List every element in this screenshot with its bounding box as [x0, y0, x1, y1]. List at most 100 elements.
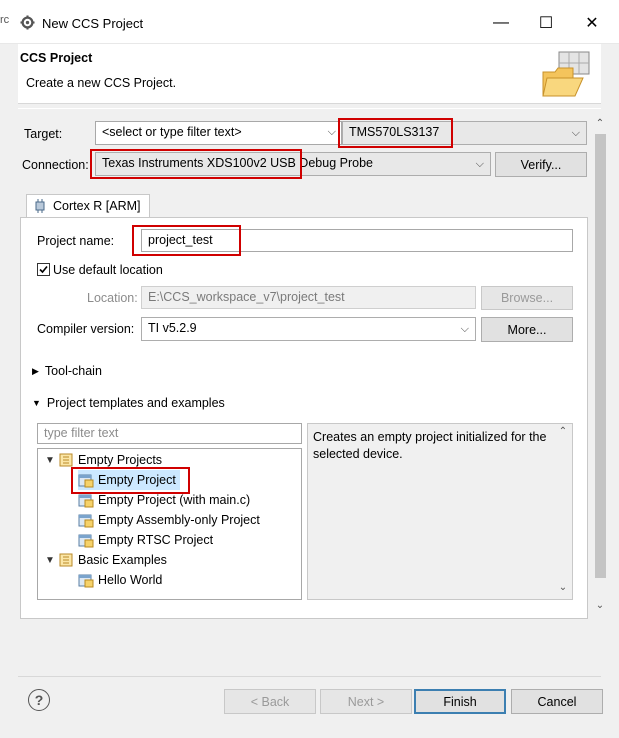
page-scrollbar[interactable]: ⌃ ⌄ — [592, 116, 609, 616]
chevron-down-icon: ▼ — [45, 554, 55, 566]
description-scrollbar[interactable]: ⌃ ⌄ — [555, 424, 572, 599]
help-button[interactable]: ? — [28, 689, 50, 711]
scroll-up-icon: ⌃ — [558, 426, 568, 437]
project-name-value: project_test — [148, 233, 213, 247]
use-default-location-checkbox[interactable] — [37, 263, 50, 276]
minimize-icon: — — [493, 14, 509, 31]
scrollbar-thumb[interactable] — [595, 134, 606, 578]
tree-group-label: Basic Examples — [78, 553, 167, 567]
target-value: TMS570LS3137 — [349, 125, 440, 139]
browse-button-label: Browse... — [500, 291, 554, 305]
templates-section-label: Project templates and examples — [46, 396, 225, 410]
tab-cortex-r-arm[interactable]: Cortex R [ARM] — [26, 194, 150, 218]
tree-item-hello-world[interactable]: Hello World — [78, 570, 162, 590]
templates-filter-input[interactable]: type filter text — [37, 423, 302, 444]
more-button-label: More... — [507, 322, 547, 337]
tree-item-label: Empty Assembly-only Project — [98, 513, 260, 527]
tree-group-basic-examples[interactable]: ▼ Basic Examples — [42, 550, 167, 570]
gear-icon — [20, 15, 35, 30]
scroll-down-icon: ⌄ — [595, 600, 605, 611]
back-button-label: < Back — [250, 694, 290, 709]
connection-label: Connection: — [22, 158, 89, 172]
project-name-label: Project name: — [37, 234, 115, 248]
tab-label: Cortex R [ARM] — [53, 199, 141, 213]
maximize-icon: ☐ — [538, 15, 554, 32]
next-button-label: Next > — [347, 694, 385, 709]
help-icon: ? — [34, 692, 44, 708]
templates-section-toggle[interactable]: ▼ Project templates and examples — [32, 396, 225, 410]
target-filter-placeholder: <select or type filter text> — [102, 125, 242, 139]
folder-templates-icon — [59, 453, 73, 467]
finish-button[interactable]: Finish — [414, 689, 506, 714]
folder-templates-icon — [59, 553, 73, 567]
chevron-right-icon: ▶ — [32, 365, 39, 376]
close-icon: ✕ — [585, 15, 599, 32]
footer-separator — [18, 676, 601, 677]
tree-item-label: Empty Project — [98, 473, 176, 487]
cancel-button[interactable]: Cancel — [511, 689, 603, 714]
toolchain-section-label: Tool-chain — [44, 364, 102, 378]
location-label: Location: — [87, 291, 138, 305]
verify-button-label: Verify... — [520, 157, 562, 172]
compiler-version-value: TI v5.2.9 — [148, 321, 197, 335]
chevron-down-icon: ⌵ — [475, 158, 484, 170]
browse-button[interactable]: Browse... — [481, 286, 573, 310]
target-select[interactable]: TMS570LS3137 ⌵ — [342, 121, 587, 145]
more-button[interactable]: More... — [481, 317, 573, 342]
templates-filter-placeholder: type filter text — [44, 426, 119, 440]
page-title: CCS Project — [20, 51, 93, 65]
tree-item-empty-rtsc-project[interactable]: Empty RTSC Project — [78, 530, 213, 550]
tree-item-empty-project-with-main[interactable]: Empty Project (with main.c) — [78, 490, 250, 510]
tree-item-label: Hello World — [98, 573, 163, 587]
project-template-icon — [78, 474, 94, 488]
background-window-fragment: rc — [0, 14, 10, 26]
chevron-down-icon: ▼ — [32, 398, 41, 408]
scroll-down-icon: ⌄ — [558, 582, 568, 593]
location-value: E:\CCS_workspace_v7\project_test — [148, 290, 345, 304]
tree-group-empty-projects[interactable]: ▼ Empty Projects — [42, 450, 162, 470]
close-button[interactable]: ✕ — [578, 10, 606, 36]
use-default-location-label[interactable]: Use default location — [53, 263, 163, 277]
next-button[interactable]: Next > — [320, 689, 412, 714]
target-label: Target: — [24, 127, 63, 141]
page-description: Create a new CCS Project. — [26, 76, 177, 90]
chevron-down-icon: ⌵ — [460, 323, 469, 335]
location-input[interactable]: E:\CCS_workspace_v7\project_test — [141, 286, 476, 309]
compiler-version-label: Compiler version: — [37, 322, 135, 336]
target-filter-input[interactable]: <select or type filter text> ⌵ — [95, 121, 342, 145]
finish-button-label: Finish — [443, 694, 477, 709]
tree-item-empty-assembly-project[interactable]: Empty Assembly-only Project — [78, 510, 260, 530]
compiler-version-select[interactable]: TI v5.2.9 ⌵ — [141, 317, 476, 341]
chevron-down-icon: ⌵ — [327, 126, 336, 138]
new-ccs-project-dialog: rc New CCS Project — ☐ ✕ CCS Project Cre… — [0, 0, 619, 738]
back-button[interactable]: < Back — [224, 689, 316, 714]
cancel-button-label: Cancel — [537, 694, 577, 709]
checkmark-icon — [39, 265, 48, 274]
tree-item-empty-project[interactable]: Empty Project — [78, 470, 180, 490]
project-template-icon — [78, 534, 94, 548]
wizard-header: CCS Project Create a new CCS Project. — [18, 44, 601, 104]
project-template-icon — [78, 574, 94, 588]
tree-group-label: Empty Projects — [78, 453, 163, 467]
folder-wizard-icon — [542, 51, 590, 97]
tree-item-label: Empty RTSC Project — [98, 533, 214, 547]
toolchain-section-toggle[interactable]: ▶ Tool-chain — [32, 364, 102, 378]
verify-button[interactable]: Verify... — [495, 152, 587, 177]
chevron-down-icon: ⌵ — [571, 127, 580, 139]
project-template-icon — [78, 514, 94, 528]
template-description-text: Creates an empty project initialized for… — [313, 430, 547, 461]
scroll-up-icon: ⌃ — [595, 118, 605, 129]
connection-value: Texas Instruments XDS100v2 USB Debug Pro… — [102, 156, 373, 170]
chevron-down-icon: ▼ — [45, 454, 55, 466]
header-separator — [18, 108, 601, 109]
tree-item-label: Empty Project (with main.c) — [98, 493, 251, 507]
project-name-input[interactable]: project_test — [141, 229, 573, 252]
template-description: Creates an empty project initialized for… — [307, 423, 573, 600]
chip-icon — [35, 199, 45, 213]
window-title: New CCS Project — [42, 16, 144, 31]
project-template-icon — [78, 494, 94, 508]
maximize-button[interactable]: ☐ — [532, 10, 560, 36]
title-bar[interactable]: rc New CCS Project — ☐ ✕ — [0, 0, 619, 44]
connection-select[interactable]: Texas Instruments XDS100v2 USB Debug Pro… — [95, 152, 491, 176]
minimize-button[interactable]: — — [487, 10, 515, 36]
